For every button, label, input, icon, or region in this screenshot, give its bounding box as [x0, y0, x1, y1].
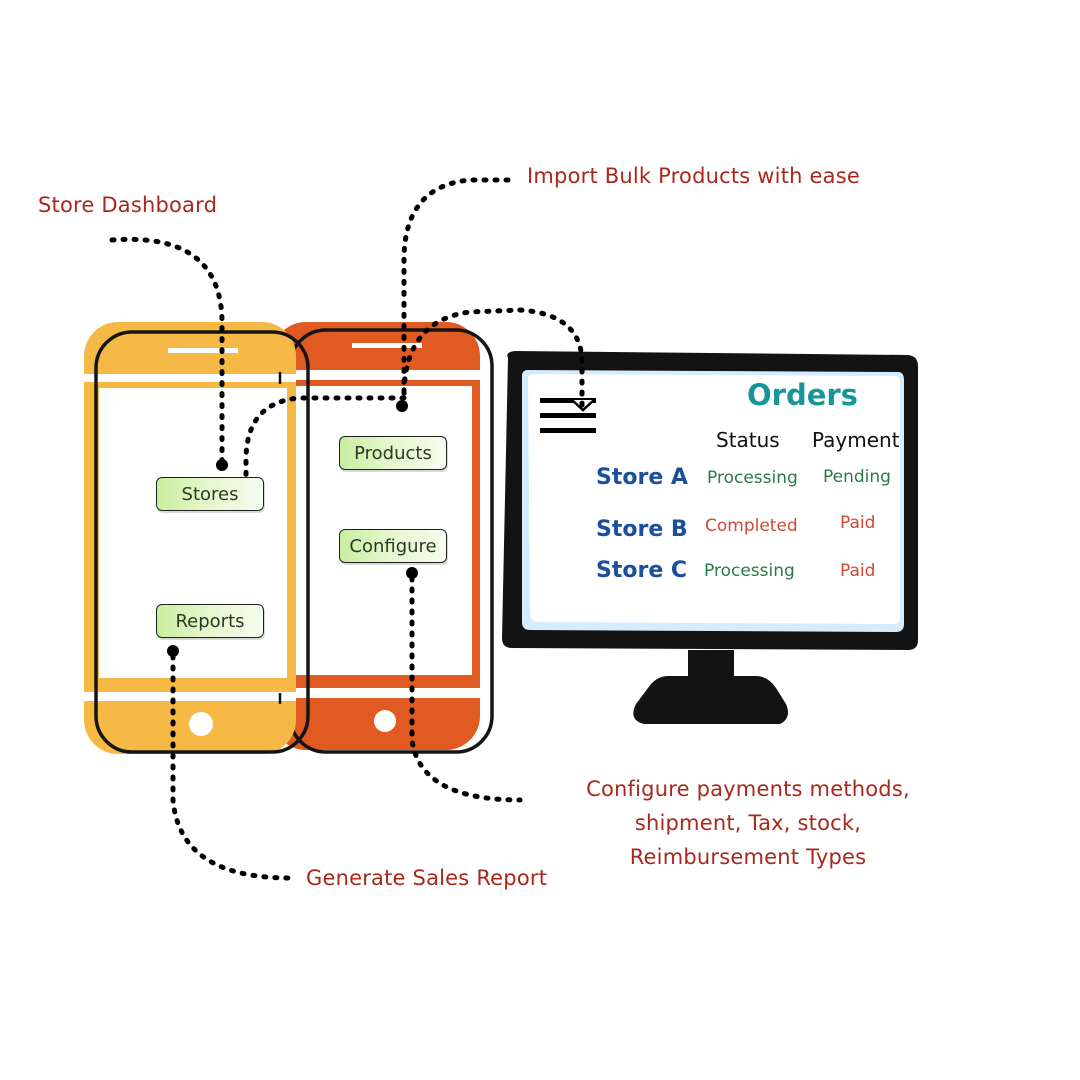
- stores-button[interactable]: Stores: [156, 477, 264, 511]
- dot-stores: [216, 459, 228, 471]
- store-b-label[interactable]: Store B: [596, 517, 688, 542]
- phone-right-home-button: [374, 710, 396, 732]
- column-header-status: Status: [716, 428, 780, 452]
- callout-configure-line-3: Reimbursement Types: [629, 845, 867, 869]
- store-a-label[interactable]: Store A: [596, 465, 688, 490]
- callout-configure-line-1: Configure payments methods,: [586, 777, 910, 801]
- orders-title: Orders: [747, 378, 858, 412]
- phone-left-home-button: [189, 712, 213, 736]
- store-b-payment: Paid: [840, 513, 876, 533]
- diagram-canvas: Stores Reports Products Configure Orders…: [0, 0, 1080, 1080]
- store-c-payment: Paid: [840, 561, 876, 581]
- callout-configure: Configure payments methods, shipment, Ta…: [548, 772, 948, 874]
- callout-store-dashboard: Store Dashboard: [38, 193, 218, 217]
- phone-left: [84, 322, 310, 754]
- callout-generate-report: Generate Sales Report: [306, 866, 548, 890]
- store-a-status: Processing: [707, 468, 798, 488]
- monitor-stand-base: [633, 676, 788, 724]
- dot-reports: [167, 645, 179, 657]
- callout-configure-line-2: shipment, Tax, stock,: [634, 811, 862, 835]
- monitor-neck: [688, 650, 734, 678]
- store-c-label[interactable]: Store C: [596, 558, 687, 583]
- reports-button[interactable]: Reports: [156, 604, 264, 638]
- phone-left-bottom-gap: [84, 692, 296, 701]
- products-button[interactable]: Products: [339, 436, 447, 470]
- column-header-payment: Payment: [812, 428, 900, 452]
- store-c-status: Processing: [704, 561, 795, 581]
- callout-import-bulk: Import Bulk Products with ease: [527, 164, 860, 188]
- phone-left-speaker: [168, 348, 238, 353]
- phone-left-top-gap: [84, 374, 296, 382]
- store-b-status: Completed: [705, 516, 798, 536]
- phone-right-bottom-gap: [272, 688, 480, 698]
- dot-configure: [406, 567, 418, 579]
- dot-products: [396, 400, 408, 412]
- store-a-payment: Pending: [823, 467, 891, 487]
- diagram-artwork: [84, 177, 918, 881]
- configure-button[interactable]: Configure: [339, 529, 447, 563]
- phone-right-top-gap: [272, 370, 480, 380]
